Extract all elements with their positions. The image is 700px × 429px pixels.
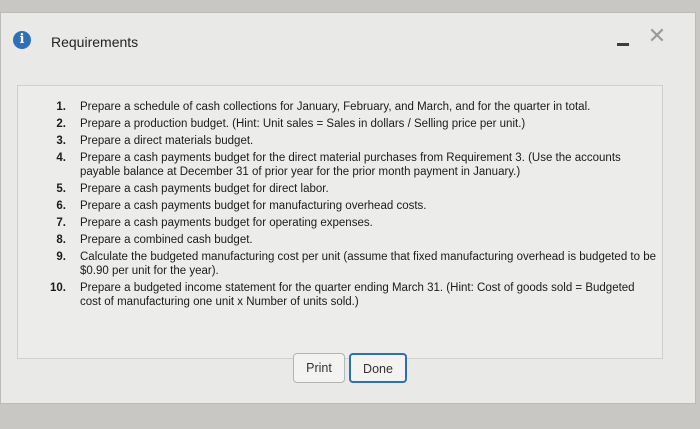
requirement-number: 8. <box>56 234 66 246</box>
close-icon[interactable]: ✕ <box>647 26 667 48</box>
requirement-number: 2. <box>56 118 66 130</box>
requirement-text: Calculate the budgeted manufacturing cos… <box>80 251 656 277</box>
requirement-item-5: 5. Prepare a cash payments budget for di… <box>18 182 658 196</box>
requirement-number: 4. <box>56 152 66 164</box>
requirement-text: Prepare a cash payments budget for the d… <box>80 152 621 178</box>
requirement-number: 6. <box>56 200 66 212</box>
done-button[interactable]: Done <box>349 353 407 383</box>
requirement-item-3: 3. Prepare a direct materials budget. <box>18 134 658 148</box>
requirement-text: Prepare a cash payments budget for opera… <box>80 217 373 229</box>
requirement-number: 1. <box>56 101 66 113</box>
requirement-item-7: 7. Prepare a cash payments budget for op… <box>18 216 658 230</box>
requirement-number: 7. <box>56 217 66 229</box>
info-icon: i <box>13 31 31 49</box>
requirement-number: 5. <box>56 183 66 195</box>
requirement-text: Prepare a schedule of cash collections f… <box>80 101 591 113</box>
requirement-text: Prepare a direct materials budget. <box>80 135 254 147</box>
requirement-item-9: 9. Calculate the budgeted manufacturing … <box>18 250 658 278</box>
requirement-text: Prepare a combined cash budget. <box>80 234 253 246</box>
requirement-text: Prepare a cash payments budget for direc… <box>80 183 329 195</box>
requirement-number: 3. <box>56 135 66 147</box>
requirement-number: 9. <box>56 251 66 263</box>
requirement-item-10: 10. Prepare a budgeted income statement … <box>18 281 658 309</box>
requirements-box: 1. Prepare a schedule of cash collection… <box>17 85 663 359</box>
print-button[interactable]: Print <box>293 353 345 383</box>
dialog-title: Requirements <box>51 34 139 50</box>
requirement-item-4: 4. Prepare a cash payments budget for th… <box>18 151 658 179</box>
requirement-item-8: 8. Prepare a combined cash budget. <box>18 233 658 247</box>
requirement-item-2: 2. Prepare a production budget. (Hint: U… <box>18 117 658 131</box>
requirements-dialog: i Requirements ✕ 1. Prepare a schedule o… <box>0 12 696 404</box>
requirement-text: Prepare a budgeted income statement for … <box>80 282 635 308</box>
minimize-icon[interactable] <box>617 43 629 46</box>
requirement-number: 10. <box>50 282 66 294</box>
requirement-text: Prepare a production budget. (Hint: Unit… <box>80 118 526 130</box>
requirement-text: Prepare a cash payments budget for manuf… <box>80 200 427 212</box>
dialog-titlebar: i Requirements ✕ <box>1 13 695 53</box>
requirement-item-6: 6. Prepare a cash payments budget for ma… <box>18 199 658 213</box>
requirement-item-1: 1. Prepare a schedule of cash collection… <box>18 100 658 114</box>
requirements-list: 1. Prepare a schedule of cash collection… <box>18 100 658 312</box>
